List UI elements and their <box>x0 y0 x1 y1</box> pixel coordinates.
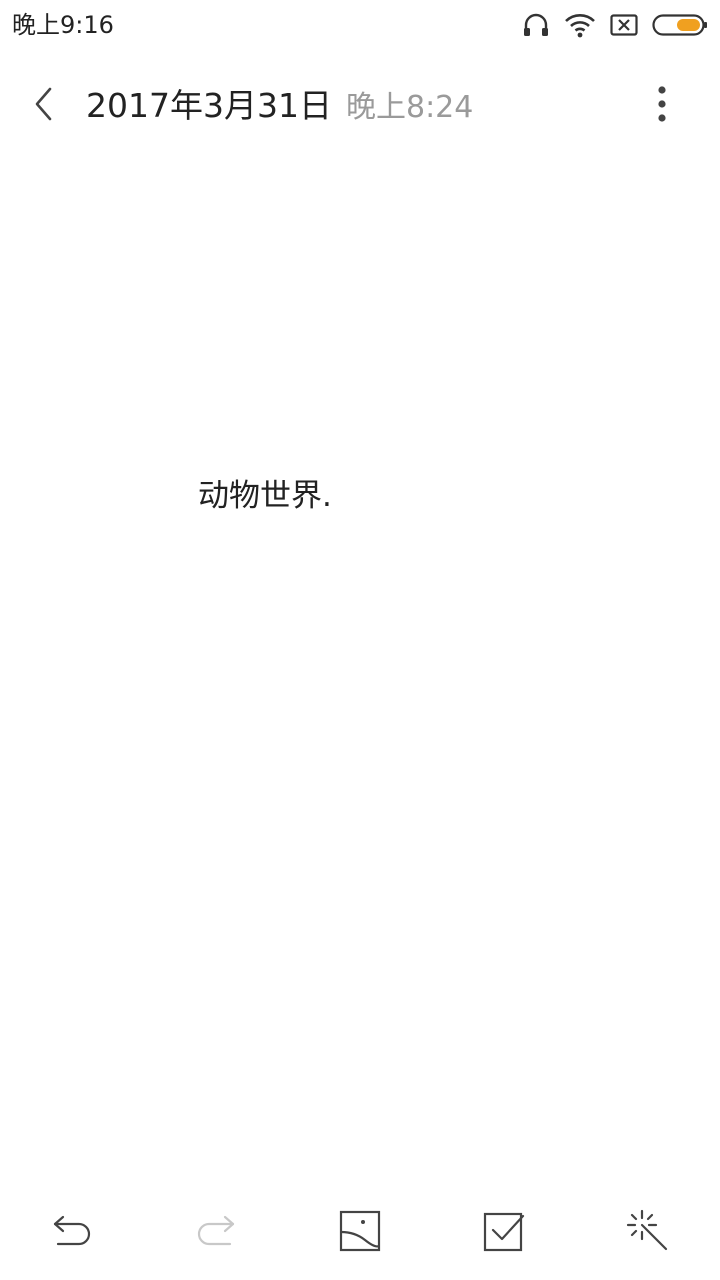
chevron-left-icon <box>32 86 56 126</box>
magic-button[interactable] <box>618 1196 678 1266</box>
headphones-icon <box>522 12 550 38</box>
status-time: 晚上9:16 <box>12 11 114 39</box>
redo-button[interactable] <box>186 1196 246 1266</box>
note-date: 2017年3月31日 <box>86 86 332 125</box>
redo-icon <box>194 1211 238 1251</box>
status-icons <box>522 10 708 40</box>
checkbox-icon <box>483 1210 525 1252</box>
insert-image-button[interactable] <box>330 1196 390 1266</box>
note-screen: 晚上9:16 2017年3月31日 晚上8:24 动物世界. <box>0 0 720 1280</box>
status-bar: 晚上9:16 <box>0 0 720 50</box>
note-content[interactable]: 动物世界. <box>198 476 332 516</box>
undo-icon <box>50 1211 94 1251</box>
back-button[interactable] <box>22 84 66 128</box>
sim-none-icon <box>610 14 638 36</box>
note-title: 2017年3月31日 晚上8:24 <box>86 84 473 128</box>
wifi-icon <box>564 12 596 38</box>
note-time: 晚上8:24 <box>345 90 474 125</box>
bottom-toolbar <box>0 1196 720 1266</box>
battery-icon <box>652 13 708 37</box>
note-header: 2017年3月31日 晚上8:24 <box>0 70 720 140</box>
more-vertical-icon <box>656 84 668 128</box>
checklist-button[interactable] <box>474 1196 534 1266</box>
image-icon <box>339 1210 381 1252</box>
magic-wand-icon <box>626 1209 670 1253</box>
more-options-button[interactable] <box>642 82 682 130</box>
undo-button[interactable] <box>42 1196 102 1266</box>
